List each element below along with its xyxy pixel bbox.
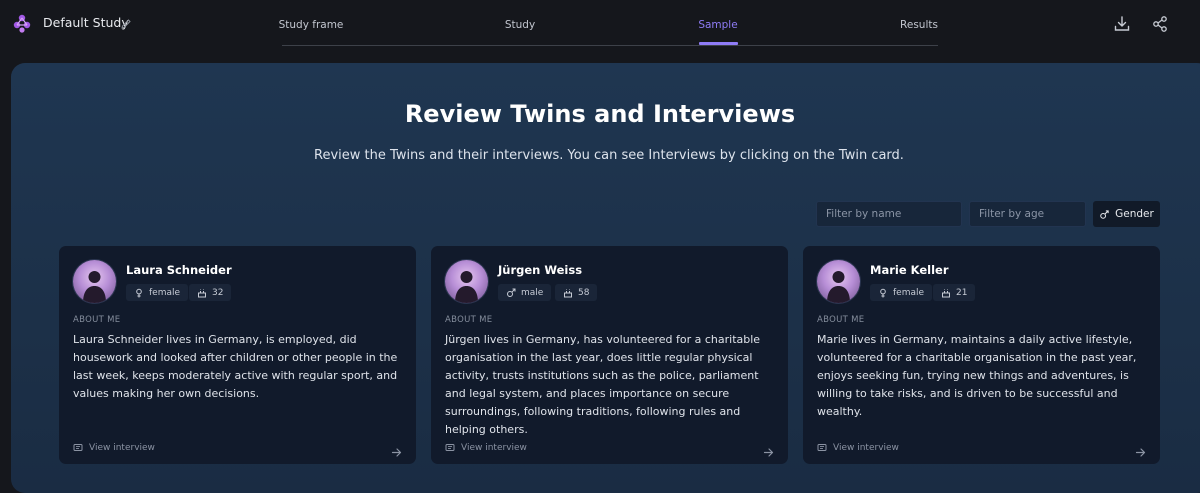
logo-icon[interactable] <box>11 12 33 34</box>
gender-value: female <box>149 287 181 298</box>
twin-card[interactable]: Laura Schneider female 32 ABOUT ME Laura… <box>59 246 416 464</box>
avatar <box>817 260 860 303</box>
gender-chip: female <box>126 284 189 301</box>
study-name: Default Study <box>43 15 129 30</box>
gender-filter-button[interactable]: Gender <box>1093 201 1160 227</box>
gender-chip: male <box>498 284 552 301</box>
cake-icon <box>198 289 206 297</box>
view-interview-link[interactable]: View interview <box>817 443 899 453</box>
age-chip: 21 <box>933 284 976 301</box>
tab-results[interactable]: Results <box>900 19 938 31</box>
female-icon <box>136 288 142 297</box>
avatar <box>445 260 488 303</box>
age-value: 21 <box>956 287 968 298</box>
twin-card[interactable]: Marie Keller female 21 ABOUT ME Marie li… <box>803 246 1160 464</box>
chat-icon <box>445 444 455 451</box>
about-label: ABOUT ME <box>73 315 121 325</box>
page-subtitle: Review the Twins and their interviews. Y… <box>314 148 904 163</box>
gender-filter-label: Gender <box>1115 208 1154 220</box>
filter-name-input[interactable] <box>816 201 962 227</box>
tab-sample[interactable]: Sample <box>698 19 737 31</box>
share-icon[interactable] <box>1151 15 1169 33</box>
top-bar: Default Study Study frame Study Sample R… <box>0 0 1200 52</box>
tab-bar: Study frame Study Sample Results <box>279 0 938 46</box>
view-interview-link[interactable]: View interview <box>73 443 155 453</box>
tab-study[interactable]: Study <box>505 19 535 31</box>
chat-icon <box>73 444 83 451</box>
view-interview-link[interactable]: View interview <box>445 443 527 453</box>
arrow-right-icon[interactable] <box>1135 443 1146 457</box>
arrow-right-icon[interactable] <box>391 443 402 457</box>
about-label: ABOUT ME <box>817 315 865 325</box>
gender-value: female <box>893 287 925 298</box>
about-label: ABOUT ME <box>445 315 493 325</box>
view-interview-label: View interview <box>833 443 899 453</box>
age-value: 58 <box>578 287 590 298</box>
about-text: Marie lives in Germany, maintains a dail… <box>817 333 1137 418</box>
twin-name: Jürgen Weiss <box>498 263 583 277</box>
chat-icon <box>817 444 827 451</box>
male-icon <box>507 288 516 297</box>
download-icon[interactable] <box>1113 15 1131 33</box>
age-chip: 32 <box>189 284 232 301</box>
age-value: 32 <box>212 287 224 298</box>
page-title: Review Twins and Interviews <box>404 100 796 128</box>
tab-study-frame[interactable]: Study frame <box>279 19 344 31</box>
about-text: Laura Schneider lives in Germany, is emp… <box>73 333 398 400</box>
female-icon <box>880 288 886 297</box>
gender-chip: female <box>870 284 933 301</box>
filter-age-input[interactable] <box>969 201 1086 227</box>
cake-icon <box>564 289 572 297</box>
cake-icon <box>942 289 950 297</box>
active-tab-indicator <box>699 42 738 45</box>
arrow-right-icon[interactable] <box>763 443 774 457</box>
age-chip: 58 <box>555 284 598 301</box>
twin-name: Marie Keller <box>870 263 949 277</box>
twin-name: Laura Schneider <box>126 263 232 277</box>
gender-icon <box>1100 209 1109 219</box>
avatar <box>73 260 116 303</box>
twin-card[interactable]: Jürgen Weiss male 58 ABOUT ME Jürgen liv… <box>431 246 788 464</box>
view-interview-label: View interview <box>89 443 155 453</box>
gender-value: male <box>521 287 544 298</box>
view-interview-label: View interview <box>461 443 527 453</box>
pencil-icon[interactable] <box>120 15 132 29</box>
about-text: Jürgen lives in Germany, has volunteered… <box>445 333 761 436</box>
